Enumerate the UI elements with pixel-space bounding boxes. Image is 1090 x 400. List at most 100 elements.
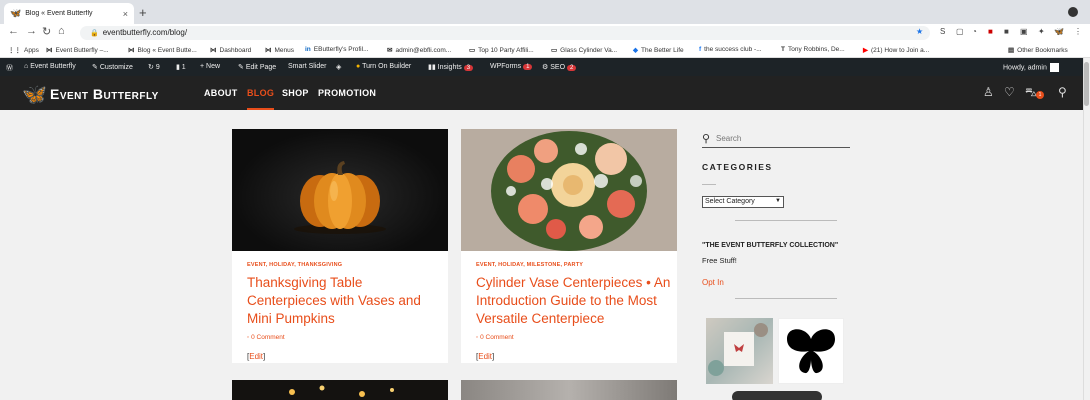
new-tab-button[interactable]: + xyxy=(139,5,147,20)
collection-title: "THE EVENT BUTTERFLY COLLECTION" xyxy=(702,242,839,249)
instagram-photo[interactable] xyxy=(778,318,844,384)
extension-square-icon[interactable]: ▢ xyxy=(956,27,964,36)
back-icon[interactable]: ← xyxy=(8,25,19,37)
menu-kebab-icon[interactable]: ⋮ xyxy=(1074,27,1082,36)
post-title[interactable]: Cylinder Vase Centerpieces • An Introduc… xyxy=(476,274,671,328)
bookmark-item[interactable]: ▶ (21) How to Join a... xyxy=(863,46,929,54)
wordpress-icon[interactable]: Ⓦ xyxy=(6,63,13,73)
post-comments-link[interactable]: ◦ 0 Comment xyxy=(247,334,285,341)
adminbar-wpforms[interactable]: WPForms 1 xyxy=(490,63,533,70)
nav-shop[interactable]: SHOP xyxy=(282,88,309,98)
adminbar-insights[interactable]: ▮▮ Insights 3 xyxy=(428,63,474,71)
post-comments-link[interactable]: ◦ 0 Comment xyxy=(476,334,514,341)
butterfly-logo-icon[interactable]: 🦋 xyxy=(22,82,47,107)
bookmark-item[interactable]: ▭ Top 10 Party Affili... xyxy=(469,46,534,54)
butterfly-icon: 🦋 xyxy=(10,8,22,18)
linkedin-icon: in xyxy=(305,46,311,53)
bookmark-item[interactable]: T Tony Robbins, De... xyxy=(781,46,845,53)
adminbar-smart-slider[interactable]: Smart Slider xyxy=(288,63,327,70)
mail-icon: ✉ xyxy=(387,47,393,54)
bookmark-item[interactable]: in EButterfly's Profil... xyxy=(305,46,368,53)
home-icon[interactable]: ⌂ xyxy=(58,25,65,37)
nav-promotion[interactable]: PROMOTION xyxy=(318,88,376,98)
post-categories[interactable]: EVENT, HOLIDAY, MILESTONE, PARTY xyxy=(476,262,583,268)
post-card: EVENT, HOLIDAY, MILESTONE, PARTY Cylinde… xyxy=(461,129,677,363)
page-scrollbar[interactable] xyxy=(1083,58,1090,400)
adminbar-updates[interactable]: ↻ 9 xyxy=(148,63,160,71)
bookmark-other[interactable]: ▤ Other Bookmarks xyxy=(1008,46,1068,54)
divider xyxy=(702,184,716,185)
sidebar-search[interactable]: ⚲ Search xyxy=(702,131,850,148)
adminbar-new[interactable]: + New xyxy=(200,63,220,70)
extension-dark-icon[interactable]: ■ xyxy=(1004,27,1009,36)
builder-icon: ● xyxy=(356,63,361,70)
post-edit-link[interactable]: [Edit] xyxy=(476,352,494,361)
adminbar-seo[interactable]: ⚙ SEO 2 xyxy=(542,63,577,71)
bookmark-item[interactable]: ⋈ Menus xyxy=(265,46,294,54)
tab-title: Blog « Event Butterfly xyxy=(25,10,93,17)
diamond-icon[interactable]: ◈ xyxy=(336,63,341,71)
bookmark-item[interactable]: ⋈ Dashboard xyxy=(210,46,251,54)
site-logo-text[interactable]: Event Butterfly xyxy=(50,86,159,102)
folder-icon: ▤ xyxy=(1008,47,1015,54)
bookmark-item[interactable]: ⋈ Event Butterfly –... xyxy=(46,46,109,54)
adminbar-customize[interactable]: ✎ Customize xyxy=(92,63,133,71)
adminbar-edit-page[interactable]: ✎ Edit Page xyxy=(238,63,276,71)
bookmark-item[interactable]: ▭ Glass Cylinder Va... xyxy=(551,46,617,54)
wp-admin-bar: Ⓦ ⌂ Event Butterfly ✎ Customize ↻ 9 ▮ 1 … xyxy=(0,58,1090,76)
profile-icon[interactable] xyxy=(1068,7,1078,17)
post-card-image-partial[interactable] xyxy=(461,380,677,400)
extension-butterfly-icon[interactable]: 🦋 xyxy=(1054,27,1064,36)
search-icon[interactable]: ⚲ xyxy=(1058,85,1067,99)
opt-in-link[interactable]: Opt In xyxy=(702,278,724,287)
nav-blog[interactable]: BLOG xyxy=(247,88,275,110)
cart-count-badge: 1 xyxy=(1036,91,1044,99)
bookmark-star-icon[interactable]: ★ xyxy=(916,27,923,36)
butterfly-icon: ⋈ xyxy=(265,47,272,54)
browser-tab[interactable]: 🦋 Blog « Event Butterfly × xyxy=(4,3,134,24)
bookmark-item[interactable]: ⋮⋮ Apps xyxy=(8,46,39,54)
pumpkin-illustration xyxy=(294,161,386,234)
adminbar-builder[interactable]: ● Turn On Builder xyxy=(356,63,411,70)
bookmark-item[interactable]: ◆ The Better Life xyxy=(633,46,684,54)
instagram-photo[interactable] xyxy=(706,318,773,384)
bookmark-item[interactable]: ⋈ Blog « Event Butte... xyxy=(128,46,197,54)
close-tab-icon[interactable]: × xyxy=(123,9,128,19)
heart-icon[interactable]: ♡ xyxy=(1004,85,1015,99)
divider xyxy=(735,298,837,299)
adminbar-comments[interactable]: ▮ 1 xyxy=(176,63,186,71)
url-field[interactable]: 🔒 eventbutterfly.com/blog/ xyxy=(80,26,930,40)
post-edit-link[interactable]: [Edit] xyxy=(247,352,265,361)
select-value: Select Category xyxy=(705,198,755,205)
nav-about[interactable]: ABOUT xyxy=(204,88,238,98)
follow-instagram-button[interactable] xyxy=(732,391,822,400)
extension-s-icon[interactable]: S xyxy=(940,27,945,36)
user-icon[interactable]: ♙ xyxy=(983,85,994,99)
youtube-icon: ▶ xyxy=(863,47,868,54)
forward-icon[interactable]: → xyxy=(26,25,37,37)
lock-icon: 🔒 xyxy=(90,30,99,37)
extension-box-icon[interactable]: ▣ xyxy=(1020,27,1028,36)
site-header: 🦋 Event Butterfly ABOUT BLOG SHOP PROMOT… xyxy=(0,76,1083,110)
page-icon: ▭ xyxy=(551,47,558,54)
extensions-puzzle-icon[interactable]: ✦ xyxy=(1038,27,1045,36)
post-categories[interactable]: EVENT, HOLIDAY, THANKSGIVING xyxy=(247,262,342,268)
adminbar-howdy[interactable]: Howdy, admin xyxy=(1003,63,1059,72)
reload-icon[interactable]: ↻ xyxy=(42,25,51,38)
bookmark-item[interactable]: f the success club -... xyxy=(699,46,762,53)
post-card-image-partial[interactable] xyxy=(232,380,448,400)
post-title[interactable]: Thanksgiving Table Centerpieces with Vas… xyxy=(247,274,442,328)
adminbar-site[interactable]: ⌂ Event Butterfly xyxy=(24,63,76,70)
divider xyxy=(735,220,837,221)
extension-red-icon[interactable]: ■ xyxy=(988,27,993,36)
page-icon: ▭ xyxy=(469,47,476,54)
category-select[interactable]: Select Category ▼ xyxy=(702,196,784,208)
tshirt-photo xyxy=(708,323,768,376)
bookmark-item[interactable]: ✉ admin@ebfli.com... xyxy=(387,46,451,54)
categories-heading: CATEGORIES xyxy=(702,162,773,172)
post-image-flowers[interactable] xyxy=(461,129,677,251)
post-image-pumpkin[interactable] xyxy=(232,129,448,251)
extension-circle-icon[interactable]: ◔ xyxy=(972,27,977,36)
browser-tab-strip: 🦋 Blog « Event Butterfly × + xyxy=(0,0,1090,24)
scrollbar-thumb[interactable] xyxy=(1084,62,1089,106)
